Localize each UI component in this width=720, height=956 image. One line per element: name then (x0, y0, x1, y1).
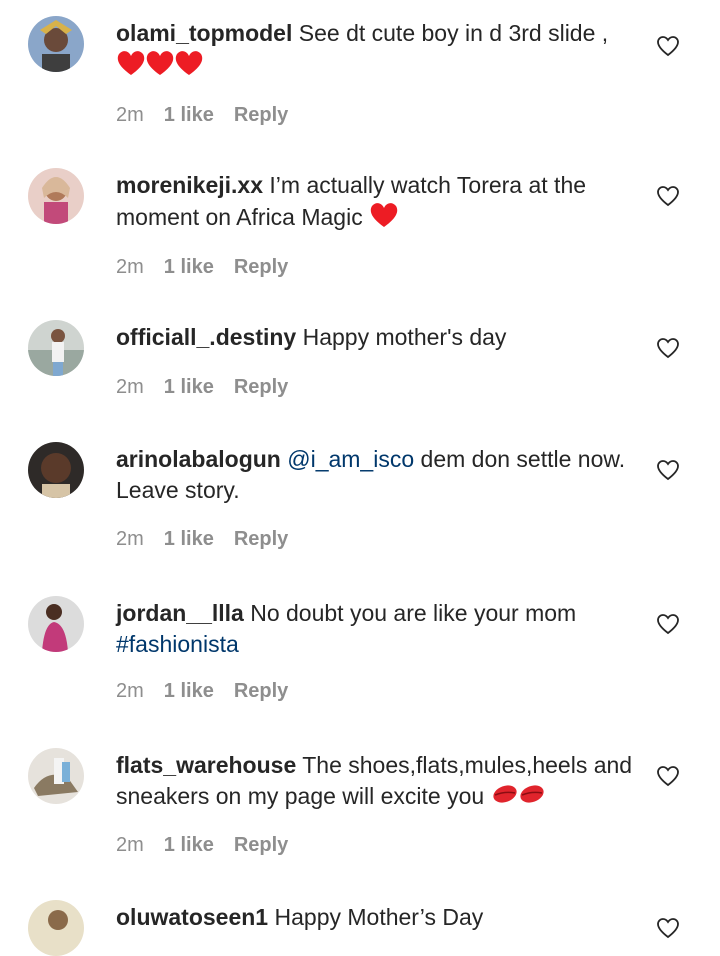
comment-text: oluwatoseen1 Happy Mother’s Day (116, 902, 636, 933)
likes-count[interactable]: 1 like (164, 376, 214, 399)
red-heart-emoji-icon (369, 201, 399, 237)
timestamp: 2m (116, 104, 144, 126)
comment-text: arinolabalogun @i_am_isco dem don settle… (116, 444, 636, 506)
heart-outline-icon[interactable] (656, 34, 680, 58)
heart-outline-icon[interactable] (656, 336, 680, 360)
reply-button[interactable]: Reply (234, 528, 288, 551)
likes-count[interactable]: 1 like (164, 256, 214, 279)
avatar[interactable] (28, 596, 84, 652)
username[interactable]: jordan__llla (116, 600, 244, 626)
timestamp: 2m (116, 680, 144, 702)
comment-body: See dt cute boy in d 3rd slide , (298, 20, 609, 46)
timestamp: 2m (116, 528, 144, 550)
heart-outline-icon[interactable] (656, 458, 680, 482)
timestamp: 2m (116, 256, 144, 278)
avatar[interactable] (28, 168, 84, 224)
username[interactable]: flats_warehouse (116, 752, 296, 778)
timestamp: 2m (116, 376, 144, 398)
heart-outline-icon[interactable] (656, 916, 680, 940)
heart-outline-icon[interactable] (656, 612, 680, 636)
hashtag-link[interactable]: #fashionista (116, 631, 239, 657)
timestamp: 2m (116, 834, 144, 856)
reply-button[interactable]: Reply (234, 104, 288, 127)
username[interactable]: officiall_.destiny (116, 324, 296, 350)
reply-button[interactable]: Reply (234, 834, 288, 857)
avatar[interactable] (28, 748, 84, 804)
reply-button[interactable]: Reply (234, 376, 288, 399)
username[interactable]: arinolabalogun (116, 446, 281, 472)
reply-button[interactable]: Reply (234, 680, 288, 703)
avatar[interactable] (28, 320, 84, 376)
comment-meta: 2m 1 like Reply (116, 680, 288, 703)
heart-outline-icon[interactable] (656, 184, 680, 208)
comment-text: officiall_.destiny Happy mother's day (116, 322, 636, 353)
comment-meta: 2m 1 like Reply (116, 256, 288, 279)
heart-outline-icon[interactable] (656, 764, 680, 788)
username[interactable]: morenikeji.xx (116, 172, 263, 198)
avatar[interactable] (28, 900, 84, 956)
likes-count[interactable]: 1 like (164, 528, 214, 551)
comment-meta: 2m 1 like Reply (116, 834, 288, 857)
likes-count[interactable]: 1 like (164, 104, 214, 127)
username[interactable]: oluwatoseen1 (116, 904, 268, 930)
kiss-mark-emoji-icon (491, 781, 547, 815)
avatar[interactable] (28, 16, 84, 72)
comment-text: flats_warehouse The shoes,flats,mules,he… (116, 750, 636, 815)
comment-body: Happy Mother’s Day (274, 904, 484, 930)
reply-button[interactable]: Reply (234, 256, 288, 279)
comment-text: olami_topmodel See dt cute boy in d 3rd … (116, 18, 636, 85)
comment-meta: 2m 1 like Reply (116, 528, 288, 551)
comment-meta: 2m 1 like Reply (116, 104, 288, 127)
comment-text: jordan__llla No doubt you are like your … (116, 598, 636, 660)
mention-link[interactable]: @i_am_isco (287, 446, 414, 472)
red-heart-emoji-icon (116, 49, 206, 85)
likes-count[interactable]: 1 like (164, 680, 214, 703)
comment-body: No doubt you are like your mom (250, 600, 577, 626)
avatar[interactable] (28, 442, 84, 498)
likes-count[interactable]: 1 like (164, 834, 214, 857)
comment-meta: 2m 1 like Reply (116, 376, 288, 399)
comment-text: morenikeji.xx I’m actually watch Torera … (116, 170, 636, 237)
comment-body: Happy mother's day (302, 324, 507, 350)
username[interactable]: olami_topmodel (116, 20, 292, 46)
